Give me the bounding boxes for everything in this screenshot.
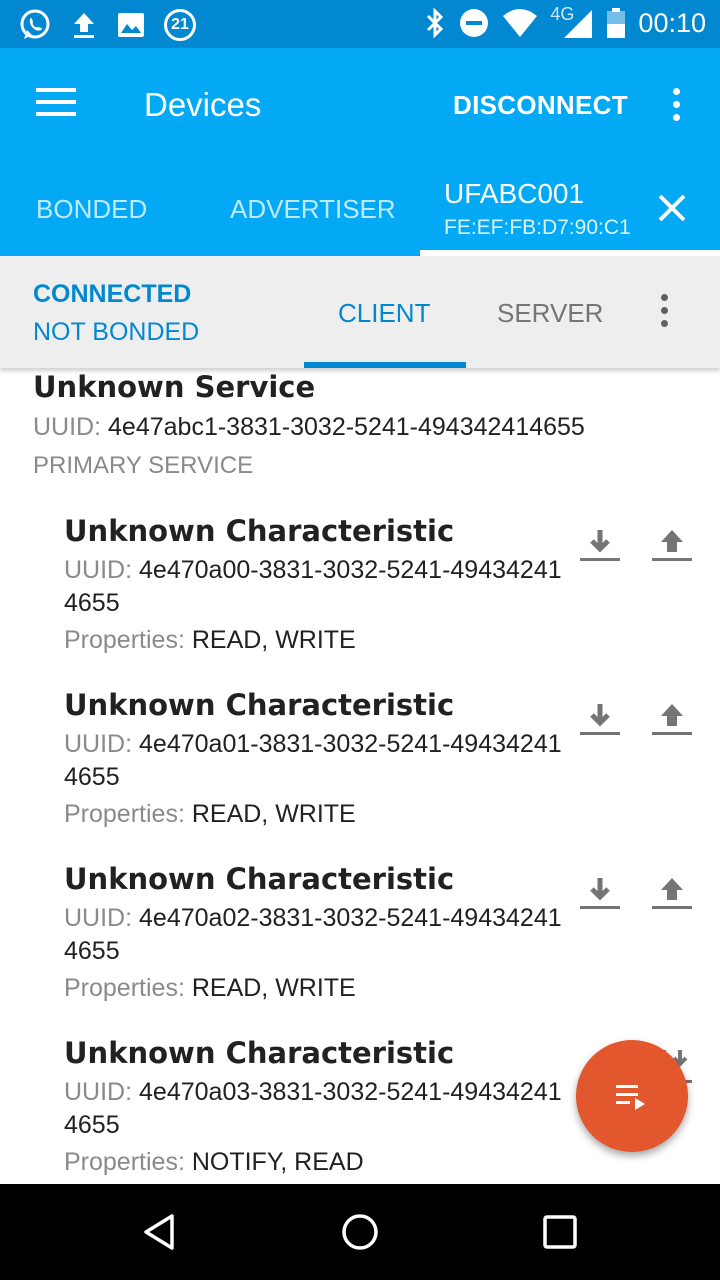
bond-status: NOT BONDED xyxy=(33,318,200,346)
tab-bonded[interactable]: BONDED xyxy=(36,194,147,225)
properties-label: Properties: xyxy=(64,800,185,828)
service-uuid: UUID: 4e47abc1-3831-3032-5241-4943424146… xyxy=(33,413,585,442)
uuid-value: 4e47abc1-3831-3032-5241-494342414655 xyxy=(108,413,585,441)
properties-value: NOTIFY, READ xyxy=(191,1148,364,1176)
characteristic-name: Unknown Characteristic xyxy=(64,688,455,722)
characteristic-item[interactable]: Unknown Characteristic UUID: 4e470a02-38… xyxy=(64,862,720,1036)
page-title: Devices xyxy=(144,86,262,123)
subtab-indicator xyxy=(304,362,466,368)
properties-label: Properties: xyxy=(64,1148,185,1176)
home-icon[interactable] xyxy=(340,1212,380,1252)
characteristic-uuid: UUID: 4e470a02-3831-3032-5241-4943424146… xyxy=(64,902,564,968)
menu-icon[interactable] xyxy=(36,88,76,118)
uuid-value: 4e470a00-3831-3032-5241-494342414655 xyxy=(64,556,562,617)
uuid-label: UUID: xyxy=(64,556,133,584)
write-upload-icon[interactable] xyxy=(650,870,694,914)
log-fab-button[interactable] xyxy=(576,1040,688,1152)
clock: 00:10 xyxy=(638,7,706,38)
uuid-value: 4e470a01-3831-3032-5241-494342414655 xyxy=(64,730,562,791)
uuid-label: UUID: xyxy=(64,730,133,758)
uuid-label: UUID: xyxy=(33,413,102,441)
characteristic-item[interactable]: Unknown Characteristic UUID: 4e470a01-38… xyxy=(64,688,720,862)
status-bar: 21 4G 00:10 xyxy=(0,0,720,48)
app-bar: Devices DISCONNECT BONDED ADVERTISER UFA… xyxy=(0,48,720,256)
characteristic-uuid: UUID: 4e470a01-3831-3032-5241-4943424146… xyxy=(64,728,564,794)
characteristic-uuid: UUID: 4e470a00-3831-3032-5241-4943424146… xyxy=(64,554,564,620)
service-name[interactable]: Unknown Service xyxy=(33,370,315,404)
uuid-label: UUID: xyxy=(64,904,133,932)
properties-label: Properties: xyxy=(64,626,185,654)
characteristic-name: Unknown Characteristic xyxy=(64,1036,455,1070)
connection-status: CONNECTED xyxy=(33,280,192,308)
characteristic-properties: Properties: READ, WRITE xyxy=(64,974,356,1003)
more-options-icon[interactable] xyxy=(650,294,678,334)
properties-label: Properties: xyxy=(64,974,185,1002)
wifi-icon xyxy=(503,9,538,37)
properties-value: READ, WRITE xyxy=(191,800,356,828)
whatsapp-icon xyxy=(20,9,50,39)
playlist-play-icon xyxy=(616,1085,645,1110)
characteristic-properties: Properties: NOTIFY, READ xyxy=(64,1148,364,1177)
characteristic-name: Unknown Characteristic xyxy=(64,514,455,548)
write-upload-icon[interactable] xyxy=(650,696,694,740)
service-type: PRIMARY SERVICE xyxy=(33,452,254,479)
characteristic-item[interactable]: Unknown Characteristic UUID: 4e470a00-38… xyxy=(64,514,720,688)
more-options-icon[interactable] xyxy=(662,88,690,124)
device-name: UFABC001 xyxy=(444,178,585,209)
tab-server[interactable]: SERVER xyxy=(497,298,603,329)
read-download-icon[interactable] xyxy=(578,522,622,566)
close-icon[interactable] xyxy=(652,188,692,228)
characteristic-properties: Properties: READ, WRITE xyxy=(64,626,356,655)
notification-icons: 21 xyxy=(18,8,196,42)
system-icons: 4G 00:10 xyxy=(424,4,706,40)
cellular-4g-icon: 4G xyxy=(550,4,594,40)
badge-21-icon: 21 xyxy=(164,9,196,41)
upload-icon xyxy=(74,13,94,38)
tab-client[interactable]: CLIENT xyxy=(338,298,430,329)
uuid-value: 4e470a03-3831-3032-5241-494342414655 xyxy=(64,1078,562,1139)
recents-icon[interactable] xyxy=(540,1212,580,1252)
image-icon xyxy=(118,13,144,37)
characteristic-uuid: UUID: 4e470a03-3831-3032-5241-4943424146… xyxy=(64,1076,564,1142)
back-icon[interactable] xyxy=(140,1212,180,1252)
write-upload-icon[interactable] xyxy=(650,522,694,566)
uuid-label: UUID: xyxy=(64,1078,133,1106)
properties-value: READ, WRITE xyxy=(191,626,356,654)
disconnect-button[interactable]: DISCONNECT xyxy=(453,90,628,121)
properties-value: READ, WRITE xyxy=(191,974,356,1002)
device-address: FE:EF:FB:D7:90:C1 xyxy=(444,216,631,239)
tab-device[interactable]: UFABC001 FE:EF:FB:D7:90:C1 xyxy=(444,178,631,240)
characteristic-name: Unknown Characteristic xyxy=(64,862,455,896)
bluetooth-icon xyxy=(427,7,444,39)
connection-bar: CONNECTED NOT BONDED CLIENT SERVER xyxy=(0,256,720,368)
navigation-bar xyxy=(0,1184,720,1280)
characteristic-properties: Properties: READ, WRITE xyxy=(64,800,356,829)
battery-icon xyxy=(607,8,626,38)
do-not-disturb-icon xyxy=(460,9,489,37)
uuid-value: 4e470a02-3831-3032-5241-494342414655 xyxy=(64,904,562,965)
read-download-icon[interactable] xyxy=(578,696,622,740)
read-download-icon[interactable] xyxy=(578,870,622,914)
tab-advertiser[interactable]: ADVERTISER xyxy=(230,194,396,225)
